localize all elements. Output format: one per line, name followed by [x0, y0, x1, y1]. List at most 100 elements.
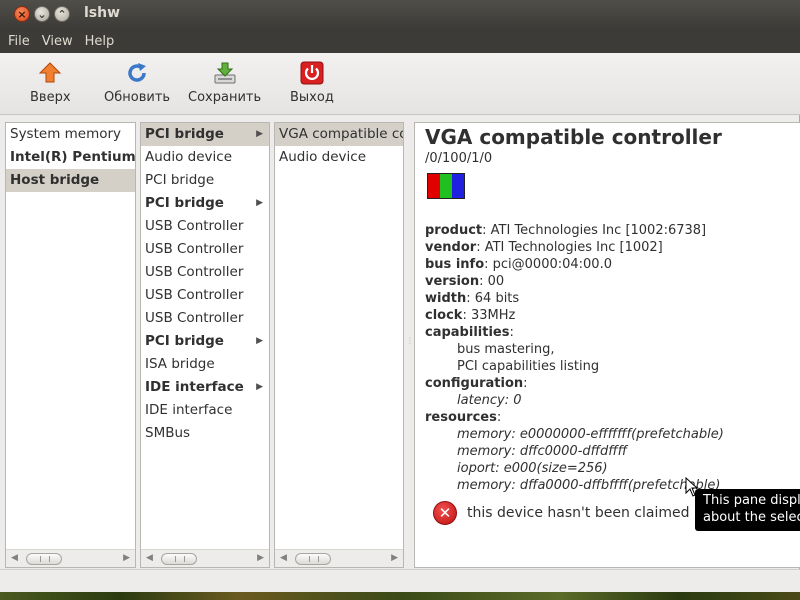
refresh-button-label: Обновить: [104, 90, 171, 105]
minimize-window-button[interactable]: ⌄: [34, 6, 50, 22]
device-node-item[interactable]: USB Controller: [141, 215, 269, 238]
scroll-left-icon[interactable]: ◀: [280, 553, 287, 563]
quit-button-label: Выход: [290, 90, 334, 105]
property-row: configuration:: [425, 376, 528, 391]
quit-button[interactable]: Выход: [290, 61, 334, 111]
column-3-list: VGA compatible controller Audio device: [275, 123, 403, 169]
device-node-item[interactable]: ISA bridge: [141, 353, 269, 376]
icon-stripe: [428, 174, 440, 198]
device-node-item[interactable]: PCI bridge ▶: [141, 330, 269, 353]
pane-splitter-handle[interactable]: ⋮: [406, 336, 414, 345]
property-value: pci@0000:04:00.0: [492, 257, 612, 272]
column-3-hscrollbar[interactable]: ◀ ▶: [275, 549, 403, 567]
device-node-label: Audio device: [145, 149, 233, 165]
property-subvalue: memory: dffc0000-dffdffff: [457, 444, 628, 459]
expand-arrow-icon: ▶: [256, 129, 263, 139]
menu-file[interactable]: File: [2, 34, 36, 49]
expand-arrow-icon: ▶: [256, 198, 263, 208]
scroll-thumb[interactable]: [295, 553, 331, 565]
tooltip-line-2: about the selected hardware node: [703, 510, 800, 525]
property-subvalue: latency: 0: [457, 393, 522, 408]
title-bar[interactable]: × ⌄ ⌃ lshw: [0, 0, 800, 29]
maximize-window-button[interactable]: ⌃: [54, 6, 70, 22]
scroll-right-icon[interactable]: ▶: [123, 553, 130, 563]
device-node-item[interactable]: System memory: [6, 123, 135, 146]
menu-bar: File View Help: [0, 29, 800, 53]
tooltip: This pane displays information about the…: [695, 489, 800, 531]
property-value: 64 bits: [474, 291, 520, 306]
device-node-item[interactable]: PCI bridge: [141, 169, 269, 192]
column-2-hscrollbar[interactable]: ◀ ▶: [141, 549, 269, 567]
scroll-thumb[interactable]: [161, 553, 197, 565]
device-node-item[interactable]: PCI bridge ▶: [141, 192, 269, 215]
device-node-item[interactable]: SMBus: [141, 422, 269, 445]
property-row: resources:: [425, 410, 502, 425]
property-row: vendor: ATI Technologies Inc [1002]: [425, 240, 663, 255]
column-1-list: System memory Intel(R) Pentium(R) Host bri…: [6, 123, 135, 192]
device-node-item[interactable]: IDE interface ▶: [141, 376, 269, 399]
device-properties: product: ATI Technologies Inc [1002:6738…: [425, 222, 800, 494]
device-tree-column-1[interactable]: System memory Intel(R) Pentium(R) Host bri…: [5, 122, 136, 568]
property-key: configuration: [425, 376, 524, 391]
device-tree-column-2[interactable]: PCI bridge ▶ Audio device PCI bridge PCI bri…: [140, 122, 270, 568]
device-node-item[interactable]: Audio device: [141, 146, 269, 169]
scroll-thumb[interactable]: [26, 553, 62, 565]
property-row: version: 00: [425, 274, 505, 289]
refresh-button[interactable]: Обновить: [104, 61, 170, 111]
property-row: bus info: pci@0000:04:00.0: [425, 257, 612, 272]
device-node-item[interactable]: VGA compatible controller: [275, 123, 403, 146]
up-button[interactable]: Вверх: [30, 61, 71, 111]
device-node-item[interactable]: USB Controller: [141, 284, 269, 307]
scroll-right-icon[interactable]: ▶: [391, 553, 398, 563]
menu-view[interactable]: View: [36, 34, 79, 49]
device-node-item[interactable]: USB Controller: [141, 238, 269, 261]
device-node-label: ISA bridge: [145, 356, 215, 372]
device-node-label: IDE interface: [145, 402, 233, 418]
scroll-left-icon[interactable]: ◀: [11, 553, 18, 563]
tooltip-line-1: This pane displays information: [703, 493, 800, 508]
desktop-wallpaper: [0, 592, 800, 600]
device-node-item[interactable]: IDE interface: [141, 399, 269, 422]
save-button[interactable]: Сохранить: [188, 61, 261, 111]
property-row: product: ATI Technologies Inc [1002:6738…: [425, 223, 707, 238]
property-key: version: [425, 274, 480, 289]
device-node-item[interactable]: Audio device: [275, 146, 403, 169]
device-node-label: VGA compatible controller: [279, 126, 403, 142]
device-node-item[interactable]: USB Controller: [141, 261, 269, 284]
column-1-hscrollbar[interactable]: ◀ ▶: [6, 549, 135, 567]
property-row: width: 64 bits: [425, 291, 520, 306]
property-key: product: [425, 223, 483, 238]
device-node-label: USB Controller: [145, 218, 244, 234]
device-node-item[interactable]: PCI bridge ▶: [141, 123, 269, 146]
status-bar: [0, 569, 800, 592]
device-node-label: Intel(R) Pentium(R): [10, 149, 135, 165]
device-node-label: Audio device: [279, 149, 367, 165]
display-adapter-icon: [427, 173, 465, 199]
property-key: clock: [425, 308, 463, 323]
property-row: clock: 33MHz: [425, 308, 516, 323]
device-node-label: PCI bridge: [145, 333, 224, 349]
device-node-label: SMBus: [145, 425, 191, 441]
device-title: VGA compatible controller: [425, 125, 722, 149]
scroll-left-icon[interactable]: ◀: [146, 553, 153, 563]
save-download-icon: [214, 62, 236, 84]
property-key: width: [425, 291, 467, 306]
property-subvalue: ioport: e000(size=256): [457, 461, 608, 476]
device-tree-column-3[interactable]: VGA compatible controller Audio device ◀ …: [274, 122, 404, 568]
property-row: capabilities:: [425, 325, 514, 340]
arrow-up-icon: [39, 62, 62, 83]
device-node-label: PCI bridge: [145, 126, 224, 142]
device-node-label: USB Controller: [145, 310, 244, 326]
device-node-item[interactable]: Host bridge: [6, 169, 135, 192]
close-window-button[interactable]: ×: [14, 6, 30, 22]
menu-help[interactable]: Help: [79, 34, 121, 49]
property-key: bus info: [425, 257, 485, 272]
device-node-item[interactable]: Intel(R) Pentium(R): [6, 146, 135, 169]
chevron-up-icon: ⌃: [57, 7, 67, 21]
scroll-right-icon[interactable]: ▶: [257, 553, 264, 563]
window-title: lshw: [84, 5, 121, 21]
property-value: 00: [487, 274, 505, 289]
property-key: capabilities: [425, 325, 510, 340]
toolbar: Вверх Обновить Сохранить Выход: [0, 53, 800, 115]
device-node-item[interactable]: USB Controller: [141, 307, 269, 330]
